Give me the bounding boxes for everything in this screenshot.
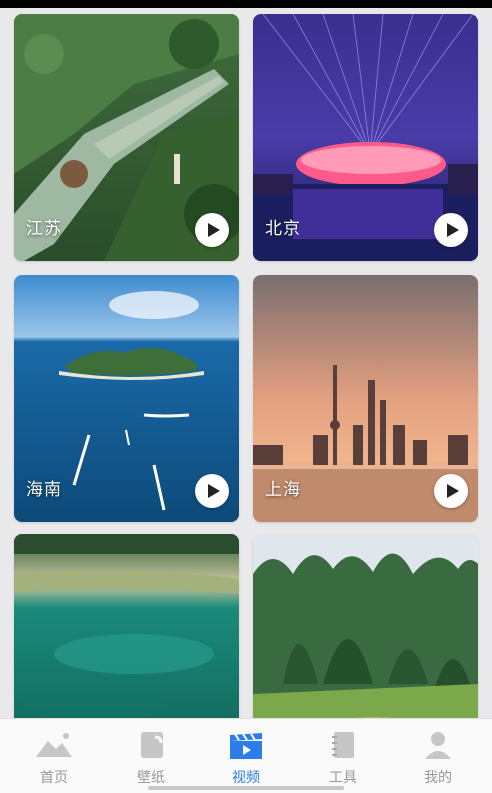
video-grid[interactable]: 江苏 北京 海南 上海 — [0, 8, 492, 718]
play-icon[interactable] — [434, 213, 468, 247]
bottom-tab-bar: 首页 壁纸 视频 工具 我的 — [0, 718, 492, 793]
status-bar — [0, 0, 492, 8]
video-card-shanghai[interactable]: 上海 — [253, 275, 478, 522]
video-card-jiangsu[interactable]: 江苏 — [14, 14, 239, 261]
video-clapper-icon — [230, 733, 262, 759]
tab-label: 壁纸 — [137, 770, 165, 786]
video-card-hainan[interactable]: 海南 — [14, 275, 239, 522]
video-thumbnail — [14, 534, 239, 718]
tab-video[interactable]: 视频 — [197, 719, 295, 793]
tab-wallpaper[interactable]: 壁纸 — [102, 719, 200, 793]
video-title: 海南 — [26, 480, 62, 500]
wallpaper-icon — [141, 732, 163, 758]
tab-label: 工具 — [329, 770, 357, 786]
play-icon[interactable] — [195, 213, 229, 247]
video-card-beijing[interactable]: 北京 — [253, 14, 478, 261]
home-indicator — [148, 786, 344, 790]
tab-label: 视频 — [232, 770, 260, 786]
video-thumbnail — [253, 534, 478, 718]
tab-home[interactable]: 首页 — [5, 719, 103, 793]
mountain-icon — [36, 733, 72, 757]
tab-tools[interactable]: 工具 — [294, 719, 392, 793]
play-icon[interactable] — [434, 474, 468, 508]
video-card-lake[interactable] — [14, 534, 239, 718]
tab-mine[interactable]: 我的 — [389, 719, 487, 793]
user-icon — [425, 732, 451, 759]
tab-label: 我的 — [424, 770, 452, 786]
video-title: 江苏 — [26, 219, 62, 239]
tab-label: 首页 — [40, 770, 68, 786]
video-card-karst[interactable] — [253, 534, 478, 718]
video-title: 北京 — [265, 219, 301, 239]
notebook-icon — [332, 732, 354, 758]
video-title: 上海 — [265, 480, 301, 500]
play-icon[interactable] — [195, 474, 229, 508]
